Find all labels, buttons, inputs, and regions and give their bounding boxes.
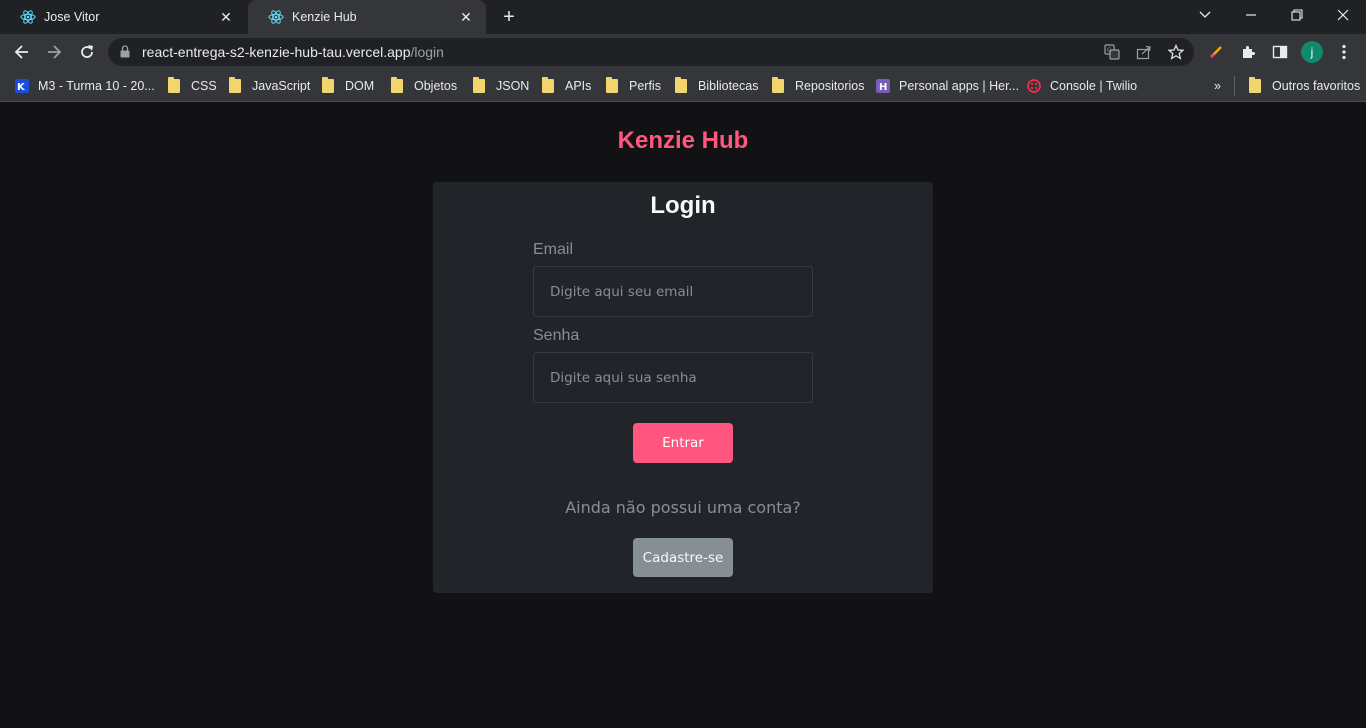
other-bookmarks-folder[interactable]: Outros favoritos — [1234, 76, 1360, 96]
new-tab-button[interactable]: + — [497, 5, 521, 29]
url-path: /login — [410, 44, 444, 60]
restore-icon[interactable] — [1274, 0, 1320, 30]
folder-icon — [1249, 77, 1263, 93]
heroku-icon: H — [876, 79, 890, 93]
bookmark-folder[interactable]: Perfis — [606, 76, 661, 96]
bookmark-item[interactable]: K M3 - Turma 10 - 20... — [15, 76, 155, 96]
reload-icon[interactable] — [73, 38, 101, 66]
bookmark-item[interactable]: H Personal apps | Her... — [876, 76, 1019, 96]
svg-text:K: K — [17, 82, 26, 93]
bookmark-label: Personal apps | Her... — [899, 79, 1019, 93]
forward-icon[interactable] — [40, 38, 68, 66]
bookmark-label: Console | Twilio — [1050, 79, 1138, 93]
url-text[interactable]: react-entrega-s2-kenzie-hub-tau.vercel.a… — [142, 44, 444, 60]
profile-avatar[interactable]: j — [1300, 40, 1324, 64]
translate-icon[interactable]: G — [1102, 42, 1122, 62]
folder-icon — [229, 77, 243, 93]
bookmark-folder[interactable]: JSON — [473, 76, 529, 96]
share-icon[interactable] — [1134, 42, 1154, 62]
bookmark-label: JSON — [496, 79, 530, 93]
twilio-icon — [1027, 79, 1041, 93]
folder-icon — [675, 77, 689, 93]
bookmark-label: JavaScript — [252, 79, 311, 93]
extension-pen-icon[interactable] — [1204, 40, 1228, 64]
folder-icon — [391, 77, 405, 93]
brand-logo: Kenzie Hub — [617, 127, 749, 154]
signup-prompt: Ainda não possui uma conta? — [565, 498, 801, 517]
close-window-icon[interactable] — [1320, 0, 1366, 30]
email-field[interactable] — [533, 266, 813, 317]
react-icon — [268, 9, 284, 25]
folder-icon — [542, 77, 556, 93]
login-button[interactable]: Entrar — [633, 423, 733, 463]
close-tab-icon[interactable]: ✕ — [218, 9, 234, 25]
bookmark-item[interactable]: Console | Twilio — [1027, 76, 1137, 96]
kenzie-icon: K — [15, 79, 29, 93]
back-icon[interactable] — [8, 38, 36, 66]
bookmark-folder[interactable]: Repositorios — [772, 76, 864, 96]
tab-kenzie-hub[interactable]: Kenzie Hub ✕ — [248, 0, 486, 34]
star-icon[interactable] — [1166, 42, 1186, 62]
bookmark-label: Perfis — [629, 79, 661, 93]
folder-icon — [168, 77, 182, 93]
tab-search-icon[interactable] — [1182, 0, 1228, 30]
bookmark-label: Objetos — [414, 79, 458, 93]
profile-initial: j — [1301, 41, 1323, 63]
bookmark-label: M3 - Turma 10 - 20... — [38, 79, 155, 93]
page-content: Kenzie Hub Login Email Senha Entrar Aind… — [0, 103, 1366, 728]
side-panel-icon[interactable] — [1268, 40, 1292, 64]
password-label: Senha — [533, 327, 580, 344]
svg-text:G: G — [1107, 47, 1112, 54]
bookmark-label: Bibliotecas — [698, 79, 759, 93]
lock-icon[interactable] — [120, 45, 130, 63]
folder-icon — [606, 77, 620, 93]
login-card: Login Email Senha Entrar Ainda não possu… — [433, 182, 933, 593]
bookmark-folder[interactable]: Objetos — [391, 76, 457, 96]
svg-text:H: H — [879, 82, 887, 93]
address-bar[interactable]: react-entrega-s2-kenzie-hub-tau.vercel.a… — [108, 38, 1194, 66]
tab-title: Jose Vitor — [44, 10, 100, 24]
bookmark-label: Outros favoritos — [1272, 79, 1361, 93]
folder-icon — [772, 77, 786, 93]
login-title: Login — [650, 192, 716, 219]
tab-strip: Jose Vitor ✕ Kenzie Hub ✕ + — [0, 0, 1366, 34]
folder-icon — [473, 77, 487, 93]
bookmarks-bar: K M3 - Turma 10 - 20... CSS JavaScript D… — [0, 70, 1366, 102]
signup-button[interactable]: Cadastre-se — [633, 538, 733, 577]
url-host: react-entrega-s2-kenzie-hub-tau.vercel.a… — [142, 44, 411, 60]
bookmark-label: Repositorios — [795, 79, 865, 93]
folder-icon — [322, 77, 336, 93]
bookmark-folder[interactable]: JavaScript — [229, 76, 310, 96]
minimize-icon[interactable] — [1228, 0, 1274, 30]
bookmark-folder[interactable]: Bibliotecas — [675, 76, 758, 96]
close-tab-icon[interactable]: ✕ — [458, 9, 474, 25]
extensions-puzzle-icon[interactable] — [1236, 40, 1260, 64]
bookmarks-overflow-button[interactable]: » — [1214, 76, 1221, 96]
bookmark-folder[interactable]: CSS — [168, 76, 217, 96]
bookmark-folder[interactable]: APIs — [542, 76, 591, 96]
overflow-chevron-icon: » — [1214, 79, 1221, 93]
email-label: Email — [533, 241, 574, 258]
bookmark-label: DOM — [345, 79, 375, 93]
menu-kebab-icon[interactable] — [1332, 40, 1356, 64]
react-icon — [20, 9, 36, 25]
bookmark-label: CSS — [191, 79, 217, 93]
bookmark-folder[interactable]: DOM — [322, 76, 374, 96]
tab-title: Kenzie Hub — [292, 10, 357, 24]
tab-jose-vitor[interactable]: Jose Vitor ✕ — [0, 0, 246, 34]
bookmark-label: APIs — [565, 79, 592, 93]
password-field[interactable] — [533, 352, 813, 403]
